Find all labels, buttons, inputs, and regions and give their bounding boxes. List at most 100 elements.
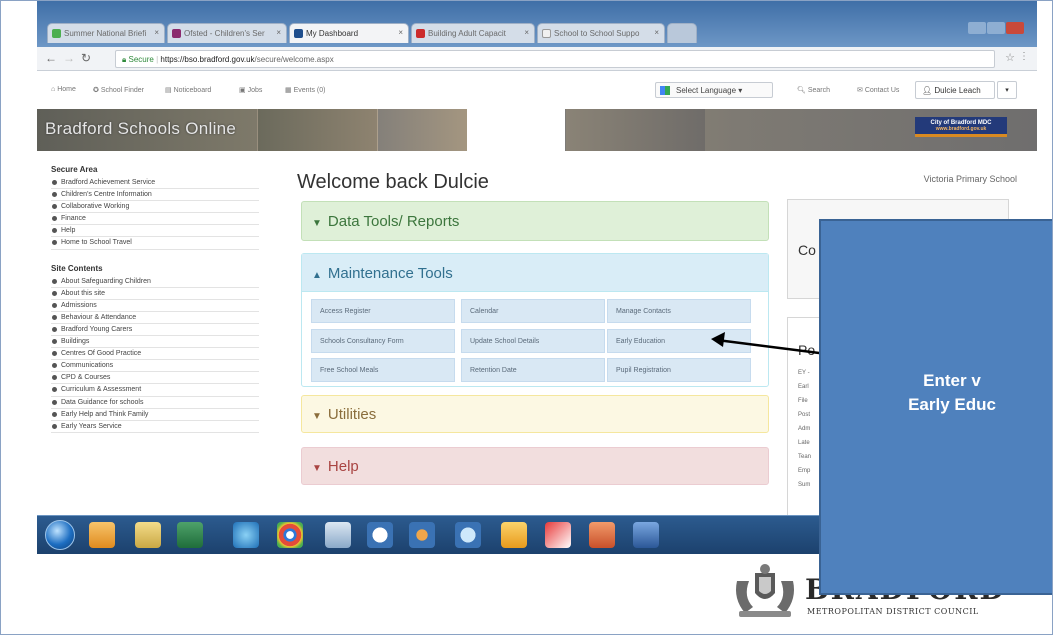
site-contents-item[interactable]: Centres Of Good Practice: [51, 348, 259, 361]
start-orb-icon[interactable]: [45, 520, 75, 550]
tab-label: Building Adult Capacit: [428, 29, 506, 38]
excel-icon[interactable]: [177, 522, 203, 548]
url-path: /secure/welcome.aspx: [254, 55, 334, 64]
right-box-item[interactable]: Earl: [798, 384, 809, 390]
site-contents-item[interactable]: Buildings: [51, 336, 259, 349]
site-contents-item[interactable]: Data Guidance for schools: [51, 397, 259, 409]
close-window-button[interactable]: [1006, 22, 1024, 34]
site-contents-item[interactable]: Early Years Service: [51, 421, 259, 433]
site-contents-item[interactable]: Communications: [51, 360, 259, 373]
language-select[interactable]: Select Language ▾: [655, 82, 773, 98]
right-box-item[interactable]: File: [798, 398, 808, 404]
right-box-item[interactable]: Post: [798, 412, 810, 418]
tool-schools-consultancy-form[interactable]: Schools Consultancy Form: [311, 329, 455, 353]
user-dropdown-caret-icon[interactable]: ▾: [997, 81, 1017, 99]
data-tools-panel[interactable]: ▼ Data Tools/ Reports: [301, 201, 769, 241]
lock-icon: 🔒︎: [122, 55, 127, 64]
secure-area-item[interactable]: Bradford Achievement Service: [51, 177, 259, 190]
help-panel[interactable]: ▼ Help: [301, 447, 769, 485]
nav-school-finder[interactable]: ✪ School Finder: [93, 86, 144, 94]
tab-label: Summer National Briefi: [64, 29, 147, 38]
acrobat-icon[interactable]: [545, 522, 571, 548]
site-contents-heading: Site Contents: [51, 263, 103, 273]
site-contents-item[interactable]: Behaviour & Attendance: [51, 312, 259, 324]
back-arrow-icon[interactable]: ←: [45, 51, 57, 65]
browser-tab[interactable]: School to School Suppo ×: [537, 23, 665, 43]
maximize-button[interactable]: [987, 22, 1005, 34]
council-badge[interactable]: City of Bradford MDC www.bradford.gov.uk: [915, 117, 1007, 137]
word-icon[interactable]: [633, 522, 659, 548]
help-header[interactable]: ▼ Help: [312, 458, 359, 475]
callout-text: Enter v Early Educ: [908, 371, 996, 414]
ie-icon[interactable]: [233, 522, 259, 548]
blank-redaction: [467, 109, 565, 151]
tool-calendar[interactable]: Calendar: [461, 299, 605, 323]
nav-jobs[interactable]: ▣ Jobs: [239, 86, 262, 94]
network-icon[interactable]: [455, 522, 481, 548]
minimize-button[interactable]: [968, 22, 986, 34]
secure-area-item[interactable]: Help: [51, 225, 259, 238]
right-box-item[interactable]: Late: [798, 440, 810, 446]
site-contents-item[interactable]: CPD & Courses: [51, 372, 259, 385]
site-contents-item[interactable]: Admissions: [51, 300, 259, 312]
secure-area-list: Bradford Achievement Service Children's C…: [51, 177, 275, 250]
search-link[interactable]: 🔍︎ Search: [797, 86, 830, 94]
new-tab-button[interactable]: [667, 23, 697, 43]
data-tools-header[interactable]: ▼ Data Tools/ Reports: [312, 213, 459, 230]
maintenance-tools-header[interactable]: ▲ Maintenance Tools: [302, 254, 768, 292]
secure-area-item[interactable]: Collaborative Working: [51, 201, 259, 214]
bookmark-star-icon[interactable]: ☆: [1005, 51, 1015, 64]
browser-tab[interactable]: Summer National Briefi ×: [47, 23, 165, 43]
tool-access-register[interactable]: Access Register: [311, 299, 455, 323]
secure-area-item[interactable]: Children's Centre Information: [51, 189, 259, 202]
nav-noticeboard[interactable]: ▤ Noticeboard: [165, 86, 211, 94]
browser-tab-active[interactable]: My Dashboard ×: [289, 23, 409, 43]
tool-manage-contacts[interactable]: Manage Contacts: [607, 299, 751, 323]
chrome-icon[interactable]: [277, 522, 303, 548]
site-contents-item[interactable]: About this site: [51, 288, 259, 300]
tab-close-icon[interactable]: ×: [524, 28, 529, 37]
tab-close-icon[interactable]: ×: [276, 28, 281, 37]
site-contents-item[interactable]: About Safeguarding Children: [51, 276, 259, 288]
user-icon: 👤︎: [922, 86, 935, 95]
right-box-item[interactable]: Sum: [798, 482, 810, 488]
tool-free-school-meals[interactable]: Free School Meals: [311, 358, 455, 382]
nav-home[interactable]: ⌂ Home: [51, 86, 76, 93]
tool-retention-date[interactable]: Retention Date: [461, 358, 605, 382]
folder-icon[interactable]: [501, 522, 527, 548]
right-box-item[interactable]: EY -: [798, 370, 810, 376]
maintenance-tools-panel: ▲ Maintenance Tools Access Register Calen…: [301, 253, 769, 387]
secure-area-item[interactable]: Finance: [51, 213, 259, 226]
user-menu-button[interactable]: 👤︎ Dulcie Leach: [915, 81, 995, 99]
tab-close-icon[interactable]: ×: [154, 28, 159, 37]
right-box-item[interactable]: Adm: [798, 426, 810, 432]
search-icon: 🔍︎: [797, 87, 806, 94]
notepad-icon[interactable]: [325, 522, 351, 548]
site-contents-item[interactable]: Early Help and Think Family: [51, 409, 259, 421]
utilities-panel[interactable]: ▼ Utilities: [301, 395, 769, 433]
reload-icon[interactable]: ↻: [81, 51, 91, 65]
browser-tab[interactable]: Ofsted - Children's Ser ×: [167, 23, 287, 43]
explorer-icon[interactable]: [135, 522, 161, 548]
browser-menu-icon[interactable]: ⋮: [1019, 51, 1029, 62]
tab-close-icon[interactable]: ×: [398, 28, 403, 37]
right-box-item[interactable]: Emp: [798, 468, 810, 474]
secure-area-item[interactable]: Home to School Travel: [51, 237, 259, 250]
contact-us-link[interactable]: ✉ Contact Us: [857, 86, 899, 94]
powerpoint-icon[interactable]: [589, 522, 615, 548]
forward-arrow-icon[interactable]: →: [63, 51, 75, 65]
site-contents-item[interactable]: Curriculum & Assessment: [51, 384, 259, 397]
browser-tab[interactable]: Building Adult Capacit ×: [411, 23, 535, 43]
nav-events[interactable]: ▦ Events (0): [285, 86, 325, 94]
right-box-item[interactable]: Tean: [798, 454, 811, 460]
tab-favicon-icon: [542, 29, 551, 38]
site-contents-item[interactable]: Bradford Young Carers: [51, 324, 259, 337]
tool-update-school-details[interactable]: Update School Details: [461, 329, 605, 353]
outlook-icon[interactable]: [89, 522, 115, 548]
chat-icon[interactable]: [367, 522, 393, 548]
school-name: Victoria Primary School: [923, 174, 1017, 184]
url-input[interactable]: 🔒︎ Secure | https://bso.bradford.gov.uk/…: [115, 50, 995, 68]
utilities-header[interactable]: ▼ Utilities: [312, 406, 376, 423]
tab-close-icon[interactable]: ×: [654, 28, 659, 37]
media-icon[interactable]: [409, 522, 435, 548]
